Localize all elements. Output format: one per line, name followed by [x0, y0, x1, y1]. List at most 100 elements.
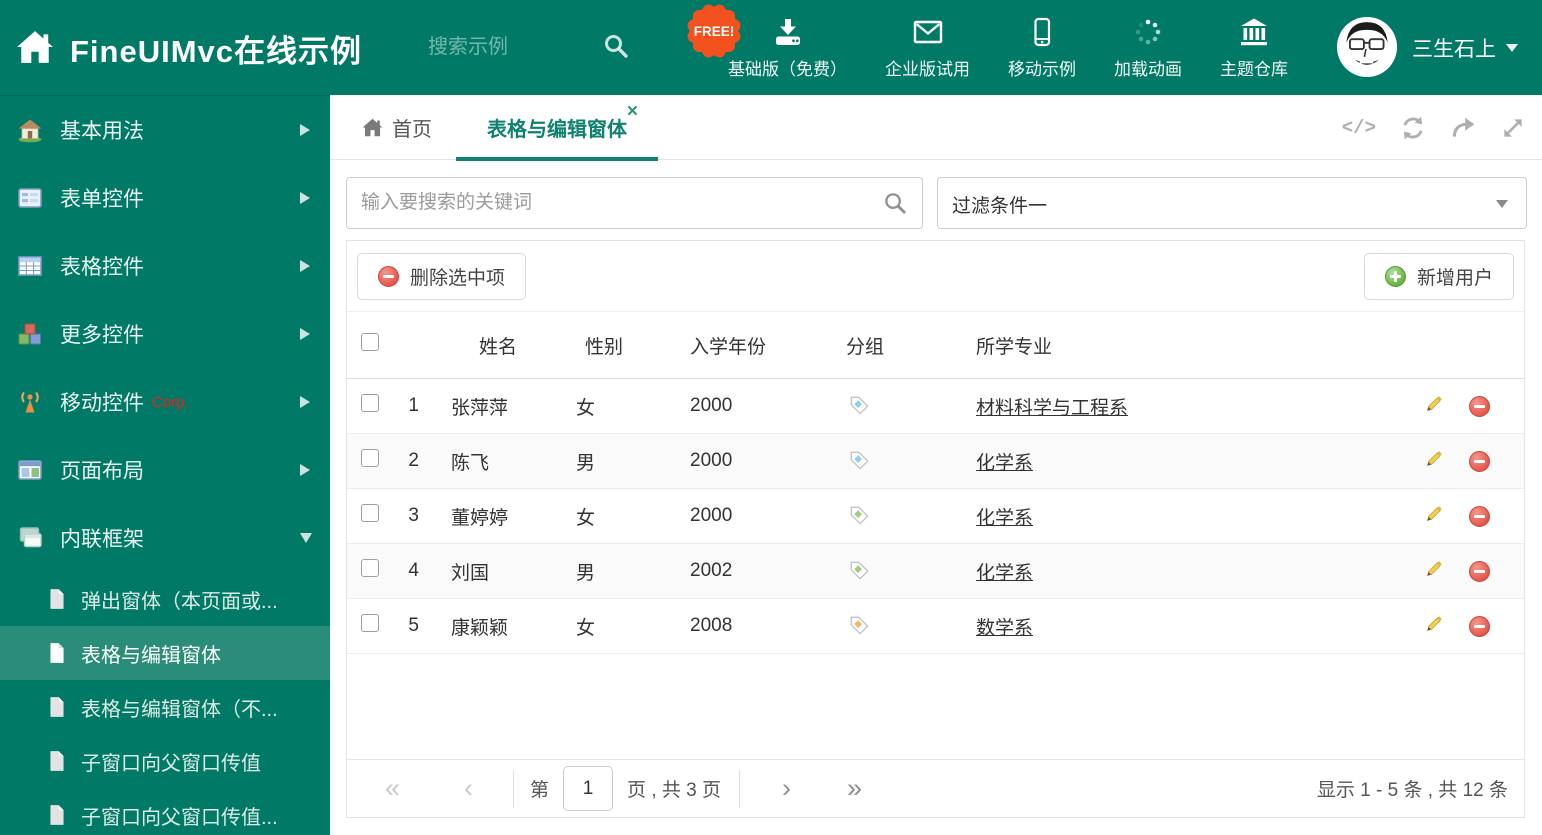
- minus-circle-icon: [378, 266, 399, 287]
- sidebar-item-form-controls[interactable]: 表单控件: [0, 164, 330, 232]
- chevron-right-icon: [300, 464, 310, 476]
- sidebar-item-basic-usage[interactable]: 基本用法: [0, 96, 330, 164]
- tab-home-label: 首页: [392, 119, 432, 141]
- major-link[interactable]: 化学系: [976, 453, 1033, 474]
- nav-enterprise-trial[interactable]: 企业版试用: [885, 16, 970, 80]
- chevron-right-icon: [300, 396, 310, 408]
- row-checkbox[interactable]: [361, 504, 379, 522]
- home-icon: [362, 118, 383, 137]
- row-checkbox[interactable]: [361, 394, 379, 412]
- expand-icon[interactable]: [1500, 115, 1526, 141]
- header-search-input[interactable]: [428, 30, 588, 64]
- edit-pencil-icon[interactable]: [1424, 558, 1445, 585]
- table-icon: [18, 256, 42, 276]
- sidebar-item-label: 表格控件: [60, 256, 144, 279]
- sidebar-item-mobile-controls[interactable]: 移动控件 Corp.: [0, 368, 330, 436]
- edit-pencil-icon[interactable]: [1424, 503, 1445, 530]
- tab-active-label: 表格与编辑窗体: [487, 119, 627, 141]
- delete-row-icon[interactable]: [1469, 615, 1490, 637]
- bank-icon: [1241, 18, 1267, 45]
- select-all-checkbox[interactable]: [361, 333, 379, 351]
- column-header-gender: 性别: [561, 311, 676, 379]
- delete-row-icon[interactable]: [1469, 560, 1490, 582]
- major-link[interactable]: 材料科学与工程系: [976, 398, 1128, 419]
- source-code-icon[interactable]: </>: [1342, 117, 1376, 139]
- row-number: 3: [391, 488, 431, 544]
- tag-icon: [849, 450, 870, 471]
- home-icon[interactable]: [16, 28, 54, 66]
- top-header: FineUIMvc在线示例 FREE! 基础版（免费）: [0, 0, 1542, 95]
- sidebar-item-label: 基本用法: [60, 120, 144, 143]
- sidebar-item-label: 移动控件: [60, 392, 144, 415]
- tag-icon: [849, 395, 870, 416]
- sidebar-subitem-grid-edit-window[interactable]: 表格与编辑窗体: [0, 626, 330, 680]
- cell-name: 张萍萍: [431, 378, 561, 434]
- sidebar-item-more-controls[interactable]: 更多控件: [0, 300, 330, 368]
- edit-pencil-icon[interactable]: [1424, 448, 1445, 475]
- sidebar-subitem-child-to-parent[interactable]: 子窗口向父窗口传值: [0, 734, 330, 788]
- tab-active-grid-edit-window[interactable]: 表格与编辑窗体 ×: [456, 95, 658, 161]
- delete-selected-button[interactable]: 删除选中项: [357, 253, 527, 300]
- tab-bar: 首页 表格与编辑窗体 × </>: [330, 95, 1542, 161]
- form-icon: [18, 188, 42, 208]
- tab-close-icon[interactable]: ×: [627, 102, 638, 121]
- next-page-button[interactable]: ›: [782, 775, 791, 802]
- filter-dropdown[interactable]: 过滤条件一: [937, 177, 1527, 229]
- sidebar-item-label: 内联框架: [60, 528, 144, 551]
- sidebar-item-label: 表单控件: [60, 188, 144, 211]
- row-checkbox[interactable]: [361, 559, 379, 577]
- delete-row-icon[interactable]: [1469, 505, 1490, 527]
- delete-row-icon[interactable]: [1469, 395, 1490, 417]
- page-total-label: 页 , 共 3 页: [627, 780, 722, 801]
- nav-theme-store[interactable]: 主题仓库: [1220, 16, 1288, 80]
- spinner-icon: [1135, 19, 1161, 44]
- sidebar-item-label: 页面布局: [60, 460, 144, 483]
- nav-mobile-demo[interactable]: 移动示例: [1008, 16, 1076, 80]
- user-menu[interactable]: 三生石上: [1412, 0, 1518, 95]
- add-user-button[interactable]: 新增用户: [1363, 253, 1514, 300]
- sidebar-subitem-label: 弹出窗体（本页面或...: [81, 590, 278, 613]
- pagination-bar: « ‹ 第 页 , 共 3 页 › » 显示 1 - 5 条 , 共 12 条: [347, 759, 1524, 817]
- delete-row-icon[interactable]: [1469, 450, 1490, 472]
- row-checkbox[interactable]: [361, 449, 379, 467]
- row-checkbox[interactable]: [361, 614, 379, 632]
- tag-icon: [849, 560, 870, 581]
- sidebar-subitem-child-to-parent-2[interactable]: 子窗口向父窗口传值...: [0, 788, 330, 835]
- keyword-search-input[interactable]: [361, 178, 871, 228]
- refresh-icon[interactable]: [1400, 115, 1426, 141]
- major-link[interactable]: 化学系: [976, 508, 1033, 529]
- tab-toolbar: </>: [1342, 95, 1526, 160]
- nav-loading-animation[interactable]: 加载动画: [1114, 16, 1182, 80]
- sidebar-subitem-grid-edit-window-2[interactable]: 表格与编辑窗体（不...: [0, 680, 330, 734]
- search-icon[interactable]: [883, 191, 908, 216]
- search-icon[interactable]: [602, 32, 630, 60]
- cell-gender: 男: [561, 433, 676, 489]
- file-icon: [50, 589, 64, 609]
- cubes-icon: [18, 323, 41, 345]
- first-page-button[interactable]: «: [385, 775, 400, 802]
- sidebar-item-inline-frame[interactable]: 内联框架: [0, 504, 330, 572]
- tab-home[interactable]: 首页: [362, 95, 432, 160]
- page-number-input[interactable]: [563, 766, 614, 811]
- avatar[interactable]: [1337, 17, 1397, 77]
- prev-page-button[interactable]: ‹: [464, 775, 473, 802]
- sidebar-item-page-layout[interactable]: 页面布局: [0, 436, 330, 504]
- last-page-button[interactable]: »: [847, 775, 862, 802]
- major-link[interactable]: 化学系: [976, 563, 1033, 584]
- app-title: FineUIMvc在线示例: [70, 34, 363, 69]
- major-link[interactable]: 数学系: [976, 618, 1033, 639]
- chevron-down-icon: [300, 533, 312, 543]
- page-prefix-label: 第: [530, 780, 550, 801]
- nav-basic-edition[interactable]: 基础版（免费）: [728, 16, 847, 80]
- edit-pencil-icon[interactable]: [1424, 393, 1445, 420]
- cell-year: 2002: [676, 543, 826, 599]
- share-icon[interactable]: [1450, 115, 1476, 141]
- chevron-right-icon: [300, 192, 310, 204]
- filter-dropdown-value: 过滤条件一: [952, 196, 1048, 217]
- edit-pencil-icon[interactable]: [1424, 613, 1445, 640]
- sidebar-subitem-popup-window[interactable]: 弹出窗体（本页面或...: [0, 572, 330, 626]
- sidebar-item-grid-controls[interactable]: 表格控件: [0, 232, 330, 300]
- cell-gender: 女: [561, 378, 676, 434]
- cell-gender: 男: [561, 543, 676, 599]
- grid-panel: 删除选中项 新增用户 姓名 性别 入学年份 分组 所学专业 1 张萍萍 女 20…: [346, 240, 1525, 818]
